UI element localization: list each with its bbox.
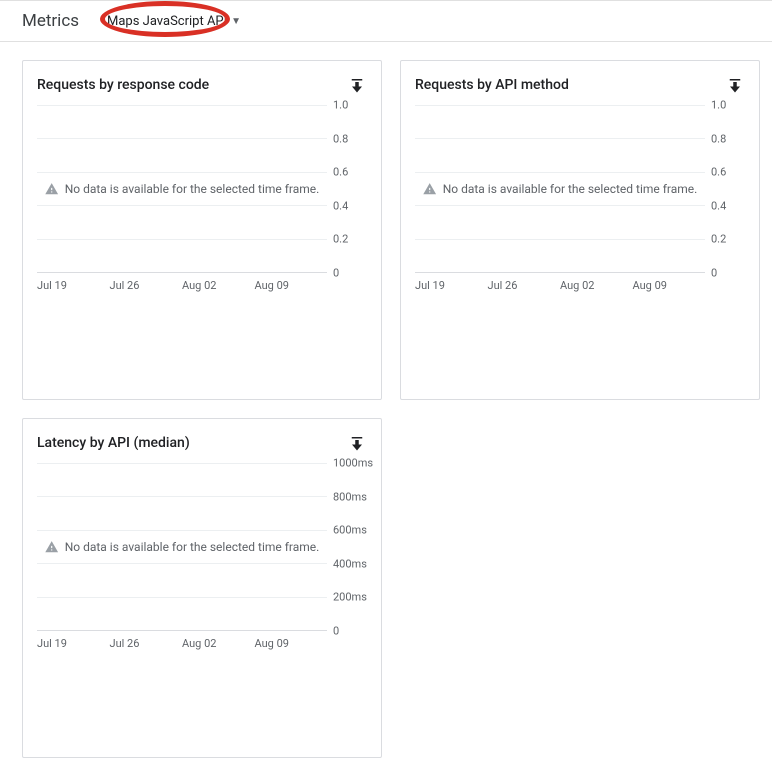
y-tick: 0.4 bbox=[333, 199, 348, 212]
no-data-text: No data is available for the selected ti… bbox=[443, 182, 698, 196]
chart-title: Requests by response code bbox=[37, 77, 209, 93]
y-tick: 0.4 bbox=[711, 199, 726, 212]
chart-area: No data is available for the selected ti… bbox=[37, 463, 367, 631]
y-tick: 0 bbox=[711, 267, 717, 280]
page-title: Metrics bbox=[22, 11, 79, 31]
download-button[interactable] bbox=[347, 75, 367, 95]
warning-icon bbox=[45, 540, 59, 554]
no-data-text: No data is available for the selected ti… bbox=[65, 182, 320, 196]
download-button[interactable] bbox=[725, 75, 745, 95]
chevron-down-icon: ▼ bbox=[231, 16, 241, 27]
no-data-message: No data is available for the selected ti… bbox=[423, 182, 698, 196]
y-tick: 0.2 bbox=[711, 233, 726, 246]
no-data-text: No data is available for the selected ti… bbox=[65, 540, 320, 554]
y-axis: 1.0 0.8 0.6 0.4 0.2 0 bbox=[705, 105, 745, 273]
chart-title: Latency by API (median) bbox=[37, 435, 190, 451]
metrics-header: Metrics Maps JavaScript API ▼ bbox=[0, 0, 772, 42]
x-tick: Jul 26 bbox=[110, 637, 183, 650]
y-tick: 0 bbox=[333, 625, 339, 638]
x-tick: Aug 02 bbox=[560, 279, 633, 292]
y-tick: 400ms bbox=[333, 557, 367, 570]
download-icon bbox=[348, 76, 366, 94]
y-tick: 0.6 bbox=[333, 166, 348, 179]
chart-card-api-method: Requests by API method No data is availa… bbox=[400, 60, 760, 400]
no-data-message: No data is available for the selected ti… bbox=[45, 540, 320, 554]
y-tick: 800ms bbox=[333, 490, 367, 503]
x-tick: Jul 26 bbox=[110, 279, 183, 292]
chart-plot: No data is available for the selected ti… bbox=[415, 105, 705, 273]
x-tick: Jul 19 bbox=[37, 637, 110, 650]
chart-area: No data is available for the selected ti… bbox=[415, 105, 745, 273]
card-header: Latency by API (median) bbox=[37, 433, 367, 453]
x-axis: Jul 19 Jul 26 Aug 02 Aug 09 bbox=[37, 631, 367, 650]
chart-title: Requests by API method bbox=[415, 77, 569, 93]
metrics-grid: Requests by response code No data is ava… bbox=[0, 42, 772, 776]
x-tick: Jul 19 bbox=[415, 279, 488, 292]
chart-plot: No data is available for the selected ti… bbox=[37, 463, 327, 631]
download-icon bbox=[348, 434, 366, 452]
y-tick: 0.8 bbox=[333, 132, 348, 145]
x-tick: Jul 19 bbox=[37, 279, 110, 292]
api-filter-dropdown[interactable]: Maps JavaScript API ▼ bbox=[107, 14, 241, 29]
x-tick: Aug 02 bbox=[182, 279, 255, 292]
y-tick: 1.0 bbox=[333, 99, 348, 112]
warning-icon bbox=[45, 182, 59, 196]
card-header: Requests by response code bbox=[37, 75, 367, 95]
x-axis: Jul 19 Jul 26 Aug 02 Aug 09 bbox=[37, 273, 367, 292]
y-tick: 600ms bbox=[333, 524, 367, 537]
chart-card-response-code: Requests by response code No data is ava… bbox=[22, 60, 382, 400]
y-tick: 0 bbox=[333, 267, 339, 280]
x-tick: Aug 09 bbox=[633, 279, 706, 292]
x-tick: Jul 26 bbox=[488, 279, 561, 292]
y-tick: 0.8 bbox=[711, 132, 726, 145]
no-data-message: No data is available for the selected ti… bbox=[45, 182, 320, 196]
y-tick: 0.6 bbox=[711, 166, 726, 179]
x-axis: Jul 19 Jul 26 Aug 02 Aug 09 bbox=[415, 273, 745, 292]
x-tick: Aug 09 bbox=[255, 637, 328, 650]
x-tick: Aug 09 bbox=[255, 279, 328, 292]
y-tick: 200ms bbox=[333, 591, 367, 604]
download-icon bbox=[726, 76, 744, 94]
warning-icon bbox=[423, 182, 437, 196]
chart-area: No data is available for the selected ti… bbox=[37, 105, 367, 273]
api-filter-label: Maps JavaScript API bbox=[107, 14, 227, 29]
x-tick: Aug 02 bbox=[182, 637, 255, 650]
download-button[interactable] bbox=[347, 433, 367, 453]
y-tick: 1000ms bbox=[333, 457, 373, 470]
y-tick: 0.2 bbox=[333, 233, 348, 246]
y-tick: 1.0 bbox=[711, 99, 726, 112]
chart-plot: No data is available for the selected ti… bbox=[37, 105, 327, 273]
y-axis: 1000ms 800ms 600ms 400ms 200ms 0 bbox=[327, 463, 367, 631]
chart-card-latency: Latency by API (median) No data is avail… bbox=[22, 418, 382, 758]
y-axis: 1.0 0.8 0.6 0.4 0.2 0 bbox=[327, 105, 367, 273]
card-header: Requests by API method bbox=[415, 75, 745, 95]
